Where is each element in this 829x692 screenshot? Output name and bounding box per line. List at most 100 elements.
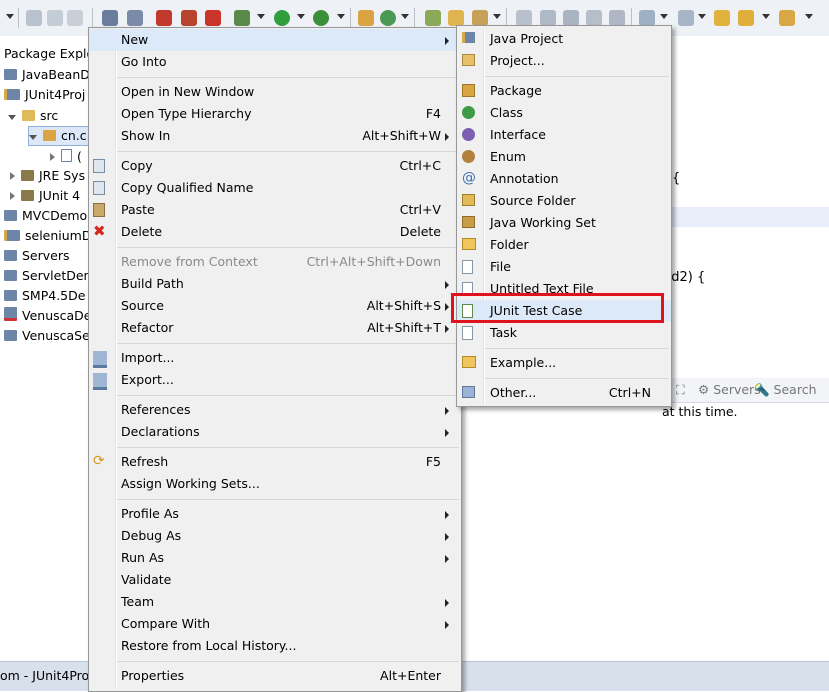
menu-item-delete[interactable]: ✖ Delete Delete — [89, 221, 461, 243]
menu-item-export[interactable]: Export... — [89, 369, 461, 391]
submenu-item-source-folder[interactable]: Source Folder — [457, 190, 671, 212]
run-icon[interactable] — [274, 10, 290, 26]
project-item[interactable]: SMP4.5De — [4, 286, 85, 306]
project-item[interactable]: seleniumD — [4, 226, 92, 246]
expanded-arrow-icon[interactable] — [29, 135, 37, 140]
menu-item-profile-as[interactable]: Profile As — [89, 503, 461, 525]
submenu-item-class[interactable]: Class — [457, 102, 671, 124]
submenu-item-file[interactable]: File — [457, 256, 671, 278]
dropdown-arrow-icon[interactable] — [401, 14, 409, 19]
source-folder-item[interactable]: src — [8, 106, 58, 126]
expanded-arrow-icon[interactable] — [8, 115, 16, 120]
menu-item-open-type-hierarchy[interactable]: Open Type Hierarchy F4 — [89, 103, 461, 125]
project-item[interactable]: JUnit4Proj — [4, 85, 85, 105]
submenu-item-example[interactable]: Example... — [457, 352, 671, 374]
collapsed-arrow-icon[interactable] — [10, 172, 15, 180]
menu-item-source[interactable]: Source Alt+Shift+S — [89, 295, 461, 317]
dropdown-arrow-icon[interactable] — [762, 14, 770, 19]
open-type-icon[interactable] — [425, 10, 441, 26]
menu-item-show-in[interactable]: Show In Alt+Shift+W — [89, 125, 461, 147]
debug-icon[interactable] — [234, 10, 250, 26]
submenu-item-package[interactable]: Package — [457, 80, 671, 102]
dropdown-arrow-icon[interactable] — [805, 14, 813, 19]
show-whitespace-icon[interactable] — [586, 10, 602, 26]
search-tab[interactable]: 🔦 Search — [754, 382, 817, 398]
new-package-icon[interactable] — [358, 10, 374, 26]
open-folder-icon[interactable] — [448, 10, 464, 26]
submenu-item-enum[interactable]: Enum — [457, 146, 671, 168]
new-class-icon[interactable] — [380, 10, 396, 26]
dropdown-arrow-icon[interactable] — [493, 14, 501, 19]
toggle-markers-icon[interactable] — [516, 10, 532, 26]
menu-item-new[interactable]: New — [89, 29, 461, 51]
menu-item-debug-as[interactable]: Debug As — [89, 525, 461, 547]
project-item[interactable]: MVCDemo — [4, 206, 87, 226]
submenu-item-java-project[interactable]: Java Project — [457, 28, 671, 50]
back-arrow-icon[interactable] — [738, 10, 754, 26]
menu-item-copy[interactable]: Copy Ctrl+C — [89, 155, 461, 177]
menu-item-team[interactable]: Team — [89, 591, 461, 613]
menu-separator — [117, 151, 459, 152]
menu-item-build-path[interactable]: Build Path — [89, 273, 461, 295]
menu-item-run-as[interactable]: Run As — [89, 547, 461, 569]
menu-item-refactor[interactable]: Refactor Alt+Shift+T — [89, 317, 461, 339]
dropdown-arrow-icon[interactable] — [660, 14, 668, 19]
search-tool-icon[interactable] — [472, 10, 488, 26]
new-server-icon[interactable] — [102, 10, 118, 26]
skip-breakpoints-icon[interactable] — [127, 10, 143, 26]
menu-item-validate[interactable]: Validate — [89, 569, 461, 591]
forward-arrow-icon[interactable] — [779, 10, 795, 26]
java-file-item[interactable]: ( — [50, 147, 82, 167]
toggle-highlight-icon[interactable] — [540, 10, 556, 26]
console-tab-icon[interactable]: ⛶ — [676, 382, 685, 398]
menu-item-references[interactable]: References — [89, 399, 461, 421]
submenu-item-annotation[interactable]: @ Annotation — [457, 168, 671, 190]
package-item[interactable]: cn.c — [28, 126, 92, 146]
menu-item-refresh[interactable]: ⟳ Refresh F5 — [89, 451, 461, 473]
dropdown-arrow-icon[interactable] — [698, 14, 706, 19]
menu-item-properties[interactable]: Properties Alt+Enter — [89, 665, 461, 687]
pilcrow-icon[interactable] — [609, 10, 625, 26]
run-external-tool-icon[interactable] — [313, 10, 329, 26]
menu-item-open-in-new-window[interactable]: Open in New Window — [89, 81, 461, 103]
menu-item-assign-working-sets[interactable]: Assign Working Sets... — [89, 473, 461, 495]
submenu-item-task[interactable]: Task — [457, 322, 671, 344]
menu-item-restore-from-local-history[interactable]: Restore from Local History... — [89, 635, 461, 657]
menu-item-import[interactable]: Import... — [89, 347, 461, 369]
submenu-item-interface[interactable]: Interface — [457, 124, 671, 146]
library-item[interactable]: JUnit 4 — [10, 186, 80, 206]
save-icon[interactable] — [26, 10, 42, 26]
menu-item-paste[interactable]: Paste Ctrl+V — [89, 199, 461, 221]
menu-item-copy-qualified-name[interactable]: Copy Qualified Name — [89, 177, 461, 199]
menu-item-go-into[interactable]: Go Into — [89, 51, 461, 73]
toggle-block-icon[interactable] — [563, 10, 579, 26]
submenu-item-folder[interactable]: Folder — [457, 234, 671, 256]
collapsed-arrow-icon[interactable] — [10, 192, 15, 200]
print-icon[interactable] — [67, 10, 83, 26]
tomcat-start-icon[interactable] — [156, 10, 172, 26]
submenu-item-other[interactable]: Other... Ctrl+N — [457, 382, 671, 404]
next-annotation-icon[interactable] — [639, 10, 655, 26]
library-item[interactable]: JRE Sys — [10, 166, 85, 186]
dropdown-arrow-icon[interactable] — [257, 14, 265, 19]
project-item[interactable]: Servers — [4, 246, 70, 266]
tomcat-restart-icon[interactable] — [205, 10, 221, 26]
last-edit-icon[interactable] — [714, 10, 730, 26]
submenu-item-project[interactable]: Project... — [457, 50, 671, 72]
project-item[interactable]: VenuscaSe — [4, 326, 90, 346]
servers-tab[interactable]: ⚙ Servers — [698, 382, 761, 397]
menu-item-declarations[interactable]: Declarations — [89, 421, 461, 443]
project-item[interactable]: JavaBeanD — [4, 65, 90, 85]
previous-annotation-icon[interactable] — [678, 10, 694, 26]
tomcat-stop-icon[interactable] — [181, 10, 197, 26]
menu-item-remove-from-context[interactable]: Remove from Context Ctrl+Alt+Shift+Down — [89, 251, 461, 273]
project-item[interactable]: VenuscaDe — [4, 306, 91, 326]
collapsed-arrow-icon[interactable] — [50, 153, 55, 161]
dropdown-arrow-icon[interactable] — [6, 14, 14, 19]
dropdown-arrow-icon[interactable] — [337, 14, 345, 19]
dropdown-arrow-icon[interactable] — [297, 14, 305, 19]
menu-item-compare-with[interactable]: Compare With — [89, 613, 461, 635]
project-item[interactable]: ServletDer — [4, 266, 89, 286]
submenu-item-java-working-set[interactable]: Java Working Set — [457, 212, 671, 234]
save-all-icon[interactable] — [47, 10, 63, 26]
